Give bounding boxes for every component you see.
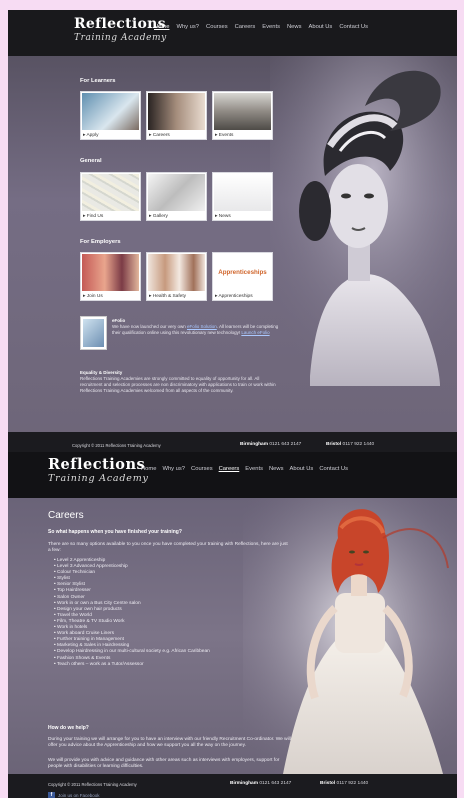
copyright-text: Copyright © 2011 Reflections Training Ac… xyxy=(72,443,161,448)
main-nav-careers: Home Why us? Courses Careers Events News… xyxy=(141,466,348,472)
logo-subtitle: Training Academy xyxy=(74,33,167,43)
efolio-block: eFolio We have now launched our very own… xyxy=(112,318,282,336)
bristol-contact: Bristol 0117 922 1440 xyxy=(326,442,375,447)
nav-events[interactable]: Events xyxy=(262,24,280,30)
tile-join-us[interactable]: ▸ Join Us xyxy=(80,252,141,301)
tile-caption: ▸ Join Us xyxy=(83,294,103,299)
facebook-icon: f xyxy=(48,792,55,798)
equality-text: Reflections Training Academies are stron… xyxy=(80,376,276,393)
section-heading-learners: For Learners xyxy=(80,78,116,84)
tile-image xyxy=(82,254,139,291)
careers-intro: There are so many options available to y… xyxy=(48,542,288,553)
tile-image xyxy=(214,93,271,130)
tile-caption: ▸ Gallery xyxy=(149,214,168,219)
tile-image: Apprenticeships xyxy=(214,254,271,291)
career-list-item: Develop Hairdressing in our multi-cultur… xyxy=(54,649,210,655)
help-paragraph-2: We will provide you with advice and guid… xyxy=(48,758,280,769)
home-footer xyxy=(8,432,457,452)
help-heading: How do we help? xyxy=(48,725,89,731)
tile-apply[interactable]: ▸ Apply xyxy=(80,91,141,140)
nav-contact-us[interactable]: Contact Us xyxy=(339,24,368,30)
nav-home[interactable]: Home xyxy=(141,466,156,472)
site-logo-careers[interactable]: Reflections Training Academy xyxy=(48,456,149,484)
career-list-item: Teach others – work as a Tutor/Assessor xyxy=(54,662,210,668)
tile-image xyxy=(148,174,205,211)
site-logo[interactable]: Reflections Training Academy xyxy=(74,16,167,43)
careers-question: So what happens when you have finished y… xyxy=(48,529,182,535)
copyright-text: Copyright © 2011 Reflections Training Ac… xyxy=(48,782,137,787)
tile-caption: ▸ News xyxy=(215,214,231,219)
tile-careers[interactable]: ▸ Careers xyxy=(146,91,207,140)
tile-news[interactable]: ▸ News xyxy=(212,172,273,221)
page-title: Careers xyxy=(48,510,84,521)
facebook-link[interactable]: f Join us on Facebook xyxy=(48,792,100,798)
tile-caption: ▸ Careers xyxy=(149,133,170,138)
tile-image xyxy=(148,93,205,130)
screenshot-frame: Reflections Training Academy Home Why us… xyxy=(8,10,457,798)
tile-image xyxy=(148,254,205,291)
efolio-thumbnail[interactable] xyxy=(80,316,107,350)
nav-events[interactable]: Events xyxy=(245,466,263,472)
nav-news[interactable]: News xyxy=(287,24,302,30)
section-heading-general: General xyxy=(80,158,102,164)
launch-efolio-link[interactable]: Launch eFolio xyxy=(241,330,269,335)
main-nav: Home Why us? Courses Careers Events News… xyxy=(154,24,368,30)
bristol-contact: Bristol 0117 922 1440 xyxy=(320,781,369,786)
tile-health-safety[interactable]: ▸ Health & Safety xyxy=(146,252,207,301)
logo-subtitle: Training Academy xyxy=(48,473,149,484)
nav-careers[interactable]: Careers xyxy=(235,24,256,30)
tile-image xyxy=(82,174,139,211)
career-options-list: Level 2 ApprenticeshipLevel 3 Advanced A… xyxy=(54,558,210,668)
logo-title: Reflections xyxy=(48,456,146,473)
help-paragraph-1: During your training we will arrange for… xyxy=(48,737,291,748)
tile-caption: ▸ Apply xyxy=(83,133,99,138)
birmingham-contact: Birmingham 0121 643 2147 xyxy=(240,442,302,447)
facebook-text: Join us on Facebook xyxy=(58,793,100,798)
equality-block: Equality & Diversity Reflections Trainin… xyxy=(80,370,280,394)
section-heading-employers: For Employers xyxy=(80,239,121,245)
tile-apprenticeships[interactable]: Apprenticeships ▸ Apprenticeships xyxy=(212,252,273,301)
nav-courses[interactable]: Courses xyxy=(191,466,213,472)
nav-why-us[interactable]: Why us? xyxy=(176,24,199,30)
nav-careers[interactable]: Careers xyxy=(219,466,240,472)
tile-caption: ▸ Events xyxy=(215,133,234,138)
model-photo-red-hair xyxy=(243,498,457,774)
tile-gallery[interactable]: ▸ Gallery xyxy=(146,172,207,221)
nav-home[interactable]: Home xyxy=(154,24,169,30)
tile-find-us[interactable]: ▸ Find Us xyxy=(80,172,141,221)
birmingham-contact: Birmingham 0121 643 2147 xyxy=(230,781,292,786)
tile-image xyxy=(214,174,271,211)
tile-caption: ▸ Find Us xyxy=(83,214,104,219)
logo-title: Reflections xyxy=(74,16,166,32)
nav-why-us[interactable]: Why us? xyxy=(162,466,185,472)
model-photo-hat xyxy=(270,56,457,386)
tile-caption: ▸ Apprenticeships xyxy=(215,294,253,299)
nav-courses[interactable]: Courses xyxy=(206,24,228,30)
tile-image xyxy=(82,93,139,130)
efolio-text: We have now launched our very own xyxy=(112,324,186,329)
tile-events[interactable]: ▸ Events xyxy=(212,91,273,140)
apprenticeships-logo: Apprenticeships xyxy=(218,269,267,276)
nav-news[interactable]: News xyxy=(269,466,284,472)
nav-about-us[interactable]: About Us xyxy=(289,466,313,472)
efolio-solution-link[interactable]: eFolio Solution xyxy=(187,324,217,329)
tile-caption: ▸ Health & Safety xyxy=(149,294,187,299)
nav-contact-us[interactable]: Contact Us xyxy=(319,466,348,472)
nav-about-us[interactable]: About Us xyxy=(308,24,332,30)
